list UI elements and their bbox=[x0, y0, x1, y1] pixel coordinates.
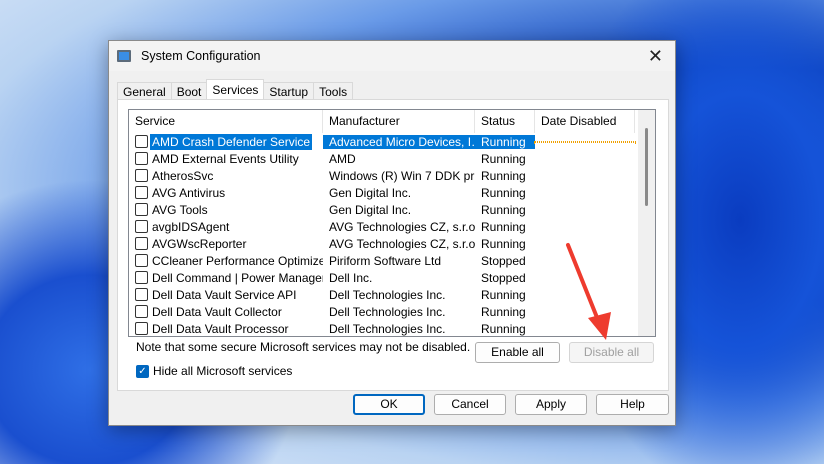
red-annotation-arrow bbox=[566, 243, 611, 340]
